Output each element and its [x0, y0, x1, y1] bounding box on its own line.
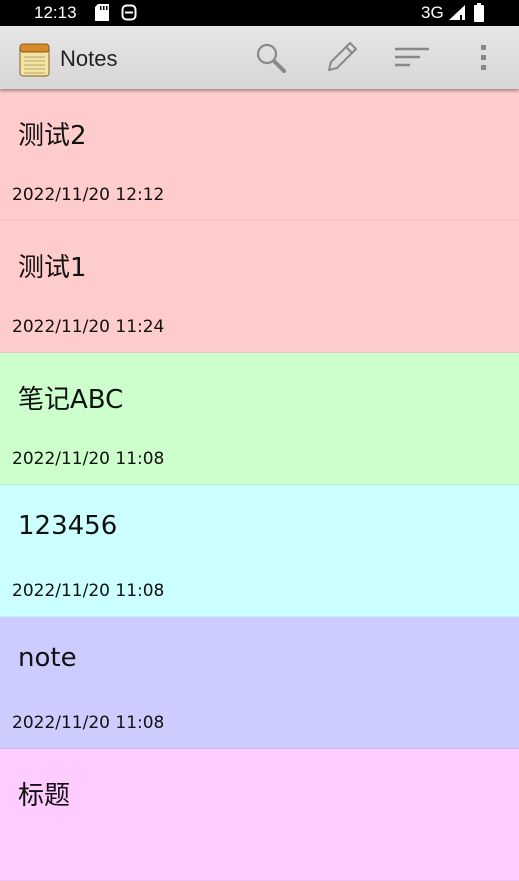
note-title: 测试1: [18, 253, 87, 283]
notes-list: 测试2 2022/11/20 12:12 测试1 2022/11/20 11:2…: [0, 89, 519, 881]
note-title: 123456: [18, 511, 118, 541]
note-date: 2022/11/20 11:08: [12, 713, 165, 733]
pencil-icon[interactable]: [323, 40, 359, 76]
app-bar: Notes: [0, 26, 519, 89]
status-time: 12:13: [34, 3, 77, 22]
note-title: note: [18, 643, 77, 673]
note-item[interactable]: 标题: [0, 749, 519, 881]
sd-card-icon: [95, 4, 109, 26]
note-item[interactable]: 测试2 2022/11/20 12:12: [0, 89, 519, 221]
signal-icon: [449, 5, 465, 25]
sort-icon[interactable]: [393, 40, 429, 76]
note-date: 2022/11/20 11:08: [12, 449, 165, 469]
app-title: Notes: [60, 46, 118, 71]
note-date: 2022/11/20 12:12: [12, 185, 165, 205]
note-item[interactable]: 测试1 2022/11/20 11:24: [0, 221, 519, 353]
note-title: 笔记ABC: [18, 385, 124, 415]
status-bar: 12:13 3G: [0, 0, 519, 26]
note-date: 2022/11/20 11:08: [12, 581, 165, 601]
note-item[interactable]: 笔记ABC 2022/11/20 11:08: [0, 353, 519, 485]
notepad-logo-icon: [19, 43, 51, 81]
note-item[interactable]: 123456 2022/11/20 11:08: [0, 485, 519, 617]
search-icon[interactable]: [253, 40, 289, 76]
note-date: 2022/11/20 11:24: [12, 317, 165, 337]
note-item[interactable]: note 2022/11/20 11:08: [0, 617, 519, 749]
network-type: 3G: [421, 3, 444, 22]
note-title: 测试2: [18, 121, 87, 151]
sync-icon: [121, 4, 137, 26]
note-title: 标题: [18, 781, 71, 811]
battery-icon: [474, 3, 484, 27]
overflow-menu-icon[interactable]: [466, 40, 486, 76]
